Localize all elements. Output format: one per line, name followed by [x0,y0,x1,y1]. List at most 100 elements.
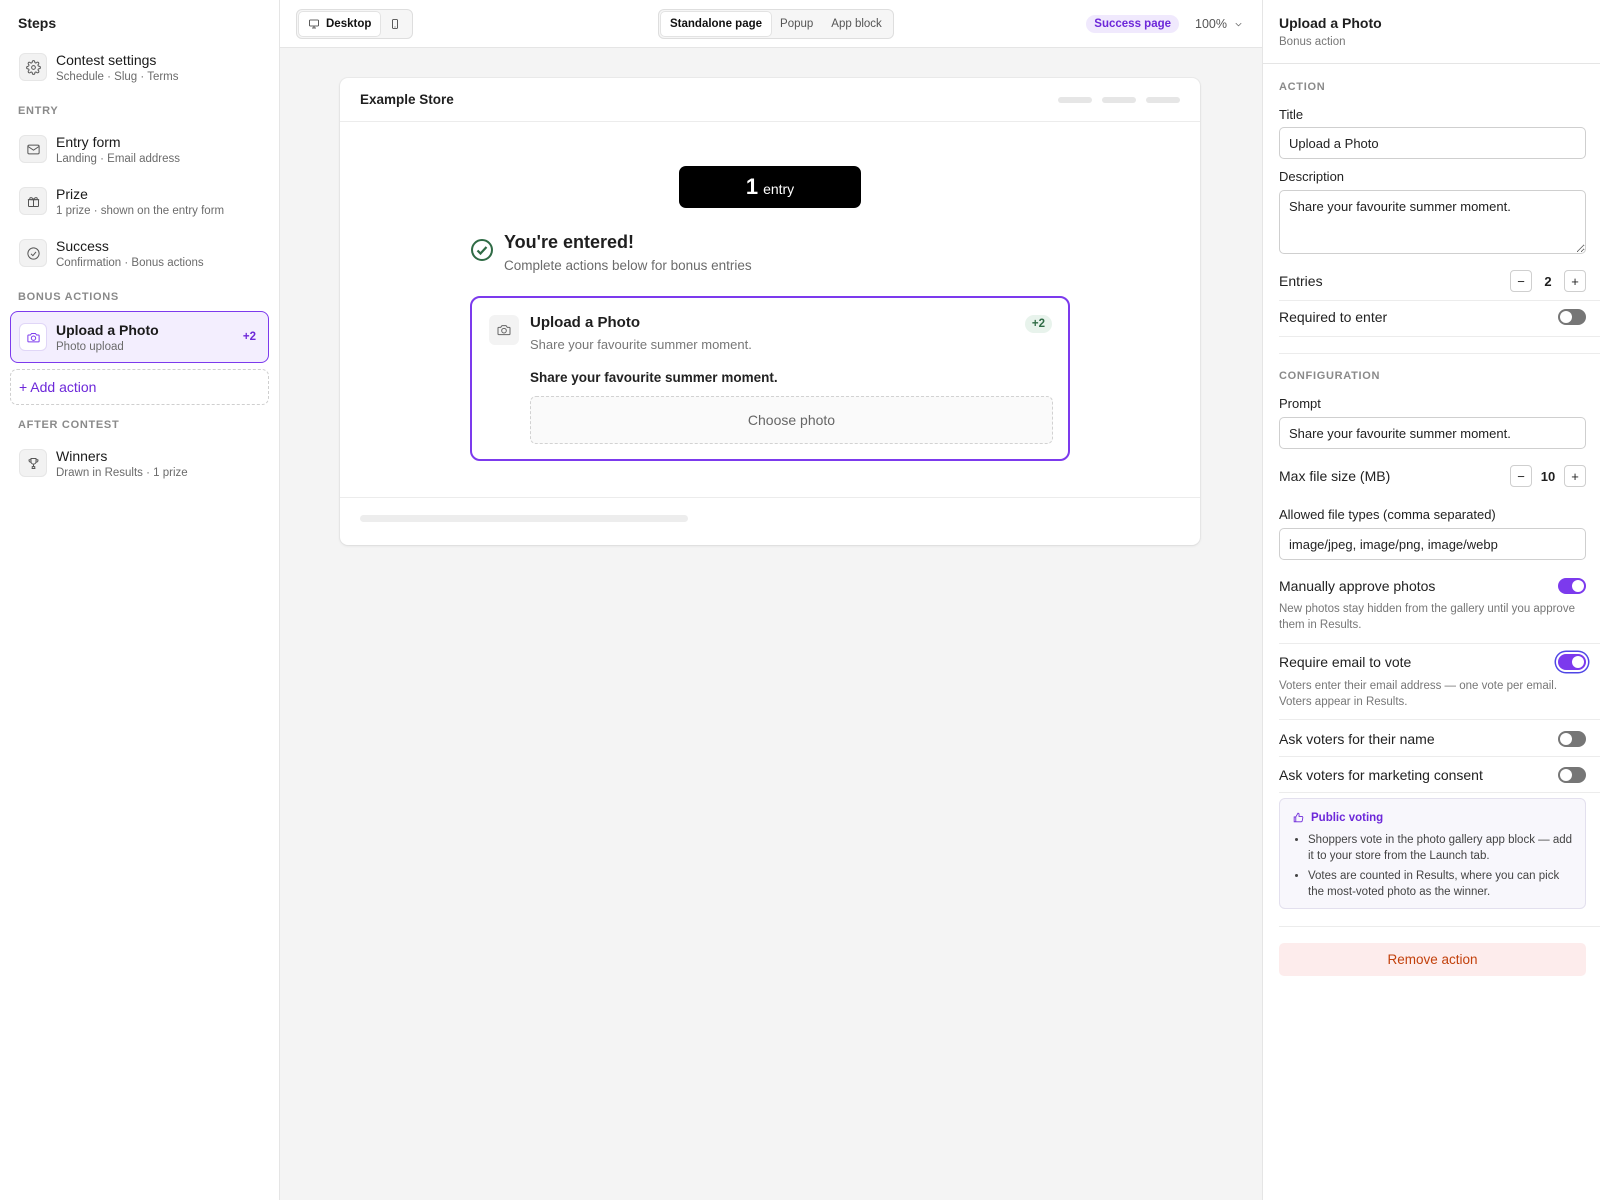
section-configuration: CONFIGURATION [1279,370,1381,382]
divider [1279,336,1600,337]
max-size-label: Max file size (MB) [1279,468,1391,484]
step-prize[interactable]: Prize 1 prize · shown on the entry form [10,177,269,225]
divider [1279,926,1600,927]
email-vote-toggle[interactable] [1558,654,1586,670]
desktop-label: Desktop [326,17,372,30]
entries-label: Entries [1279,273,1323,289]
preview-area: Desktop Standalone page Popup App block … [280,0,1262,1200]
step-sub: 1 prize · shown on the entry form [56,204,225,217]
entry-counter: 1 entry [679,166,861,208]
section-label-after-contest: AFTER CONTEST [18,419,120,431]
description-label: Description [1279,169,1345,184]
approve-label: Manually approve photos [1279,578,1436,594]
step-name: Success [56,237,109,254]
gear-icon [19,53,47,81]
zoom-value: 100% [1195,17,1227,31]
store-preview-card: Example Store 1 entry You're entered! Co… [340,78,1200,545]
panel-title: Upload a Photo [1279,15,1382,31]
entries-row: Entries − 2 + [1279,270,1586,292]
divider [1279,792,1600,793]
view-app-block[interactable]: App block [822,12,891,36]
action-description: Share your favourite summer moment. [530,337,752,352]
view-standalone-page[interactable]: Standalone page [661,12,772,36]
app-root: Steps Contest settings Schedule · Slug ·… [0,0,1600,1200]
entry-unit: entry [763,181,795,197]
section-divider [1279,353,1600,354]
entered-title: You're entered! [504,232,634,252]
required-label: Required to enter [1279,309,1388,325]
camera-icon [489,315,519,345]
approve-toggle[interactable] [1558,578,1586,594]
section-action: ACTION [1279,81,1326,93]
step-sub: Confirmation · Bonus actions [56,256,204,269]
required-row: Required to enter [1279,309,1586,325]
store-footer [340,497,1200,545]
bonus-action-card[interactable]: Upload a Photo Share your favourite summ… [470,296,1070,461]
step-sub: Landing · Email address [56,152,181,165]
entries-value: 2 [1544,273,1552,289]
divider [1279,719,1600,720]
mail-icon [19,135,47,163]
sidebar-title: Steps [18,15,57,31]
check-circle-icon [471,239,493,261]
required-toggle[interactable] [1558,309,1586,325]
step-name: Upload a Photo [56,321,159,338]
divider [1279,643,1600,644]
info-item: Votes are counted in Results, where you … [1308,868,1573,900]
step-name: Winners [56,447,108,464]
panel-subtitle: Bonus action [1279,36,1346,48]
prompt-input[interactable] [1279,417,1586,449]
max-size-decrement-button[interactable]: − [1510,465,1532,487]
steps-sidebar: Steps Contest settings Schedule · Slug ·… [0,0,280,1200]
gift-icon [19,187,47,215]
page-pill[interactable]: Success page [1086,15,1180,33]
title-input[interactable] [1279,127,1586,159]
zoom-select[interactable]: 100% [1195,17,1244,31]
email-vote-help: Voters enter their email address — one v… [1279,680,1558,708]
approve-row: Manually approve photos [1279,578,1586,594]
entered-message: You're entered! Complete actions below f… [470,232,752,273]
entered-subtitle: Complete actions below for bonus entries [504,258,752,273]
step-winners[interactable]: Winners Drawn in Results · 1 prize [10,439,269,487]
entries-increment-button[interactable]: + [1564,270,1586,292]
max-size-stepper: − 10 + [1510,465,1586,487]
ask-consent-row: Ask voters for marketing consent [1279,767,1586,783]
toolbar-right: Success page 100% [1086,0,1244,48]
section-label-entry: ENTRY [18,105,59,117]
view-popup[interactable]: Popup [771,12,822,36]
entries-stepper: − 2 + [1510,270,1586,292]
file-types-input[interactable] [1279,528,1586,560]
step-sub: Schedule · Slug · Terms [56,70,179,83]
step-upload-photo[interactable]: Upload a Photo Photo upload +2 [10,311,269,363]
step-sub: Drawn in Results · 1 prize [56,466,188,479]
step-sub: Photo upload [56,340,124,353]
action-prompt: Share your favourite summer moment. [530,370,778,385]
ask-name-toggle[interactable] [1558,731,1586,747]
store-name: Example Store [360,92,454,107]
remove-action-button[interactable]: Remove action [1279,943,1586,976]
step-success[interactable]: Success Confirmation · Bonus actions [10,229,269,277]
preview-toolbar: Desktop Standalone page Popup App block … [280,0,1262,48]
mobile-button[interactable] [380,12,410,36]
divider [1279,300,1600,301]
store-header: Example Store [340,78,1200,122]
add-action-button[interactable]: + Add action [10,369,269,405]
description-textarea[interactable]: Share your favourite summer moment. [1279,190,1586,254]
monitor-icon [309,19,319,28]
desktop-button[interactable]: Desktop [299,11,381,36]
email-vote-label: Require email to vote [1279,654,1412,670]
approve-help: New photos stay hidden from the gallery … [1279,603,1575,631]
phone-icon [392,18,399,29]
max-size-row: Max file size (MB) − 10 + [1279,465,1586,487]
step-entry-form[interactable]: Entry form Landing · Email address [10,125,269,173]
choose-photo-button[interactable]: Choose photo [530,396,1053,444]
step-contest-settings[interactable]: Contest settings Schedule · Slug · Terms [10,43,269,91]
max-size-value: 10 [1540,468,1556,484]
max-size-increment-button[interactable]: + [1564,465,1586,487]
info-list: Shoppers vote in the photo gallery app b… [1292,832,1573,900]
entries-decrement-button[interactable]: − [1510,270,1532,292]
ask-consent-toggle[interactable] [1558,767,1586,783]
title-label: Title [1279,107,1304,122]
step-name: Prize [56,185,88,202]
view-mode-toggle: Standalone page Popup App block [658,9,894,39]
